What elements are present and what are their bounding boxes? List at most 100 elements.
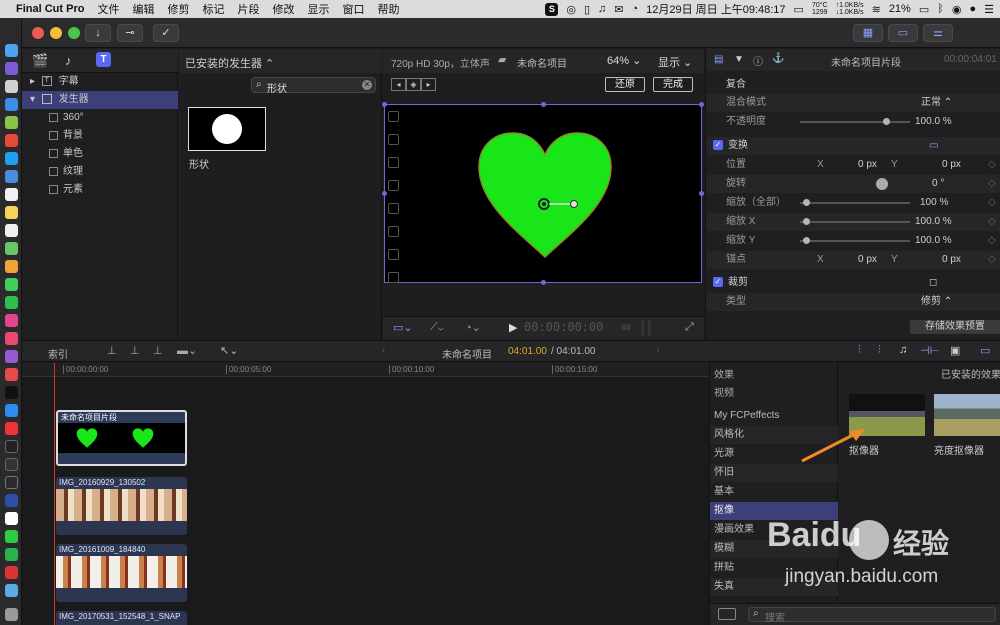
history-forward-icon[interactable]: › [656, 345, 659, 356]
retime-icon[interactable]: ◔⌄ [465, 321, 481, 334]
bounding-handle[interactable] [699, 102, 704, 107]
opacity-slider-knob[interactable] [882, 118, 890, 125]
dock-netease-icon[interactable] [5, 566, 18, 579]
video-inspector-icon[interactable]: ▤ [714, 54, 723, 65]
history-back-icon[interactable]: ‹ [382, 345, 385, 356]
sidebar-item-background[interactable]: 背景 [22, 127, 83, 145]
minimize-window-button[interactable] [50, 27, 62, 39]
fullscreen-icon[interactable]: ⤢ [685, 321, 694, 334]
transform-section-header[interactable]: ✓ 变换 ▭ [706, 137, 1000, 155]
transform-tool-icon[interactable] [388, 157, 399, 168]
transform-tool-icon[interactable] [388, 203, 399, 214]
append-clip-icon[interactable]: ⊥ [153, 344, 163, 357]
overwrite-clip-icon[interactable]: ▬⌄ [177, 344, 197, 357]
menu-app-name[interactable]: Final Cut Pro [16, 3, 84, 15]
installed-generators-dropdown[interactable]: 已安装的发生器 ⌃ [185, 55, 274, 71]
dock-podcast-icon[interactable] [5, 350, 18, 363]
blend-mode-dropdown[interactable]: 正常 ⌃ [921, 94, 952, 112]
next-keyframe-button[interactable]: ▸ [421, 78, 436, 91]
keyframe-diamond-icon[interactable]: ◇ [988, 156, 996, 174]
opacity-value[interactable]: 100.0 % [915, 113, 952, 131]
keyframe-diamond-icon[interactable]: ◇ [988, 175, 996, 193]
view-dropdown[interactable]: 显示 ⌄ [658, 54, 692, 70]
sidebar-item-solid[interactable]: 单色 [22, 145, 83, 163]
timeline-clip-video[interactable]: IMG_20160929_130502 [56, 477, 187, 535]
crop-section-header[interactable]: ✓ 裁剪 ◻ [706, 274, 1000, 292]
zoom-window-button[interactable] [68, 27, 80, 39]
dock-vivaldi-icon[interactable] [5, 422, 18, 435]
effects-search-field[interactable]: ⌕ 搜索 [748, 607, 996, 624]
shape-generator-thumbnail[interactable] [188, 107, 266, 151]
effects-sidebar-toggle-icon[interactable] [718, 608, 736, 620]
close-window-button[interactable] [32, 27, 44, 39]
snapping-icon[interactable]: ⊣⊢ [920, 344, 939, 357]
position-handle-icon[interactable] [537, 197, 581, 211]
music-icon[interactable]: ♫ [598, 3, 606, 15]
keyframe-diamond-icon[interactable]: ◇ [988, 232, 996, 250]
transform-tool-icon[interactable] [388, 111, 399, 122]
user-icon[interactable]: ● [969, 3, 976, 15]
bounding-handle[interactable] [382, 191, 387, 196]
headphones-icon[interactable]: ♫ [899, 344, 907, 356]
dock-photos-icon[interactable] [5, 260, 18, 273]
keyframe-diamond-icon[interactable]: ◇ [988, 213, 996, 231]
bounding-handle[interactable] [541, 102, 546, 107]
timeline-clip-compound[interactable]: 未命名项目片段 [56, 410, 187, 466]
add-keyframe-button[interactable]: ◈ [406, 78, 421, 91]
disclosure-down-icon[interactable]: ▾ [30, 94, 35, 105]
menu-file[interactable]: 文件 [97, 1, 119, 17]
sound-browser-icon[interactable]: ♪ [65, 53, 72, 68]
bookmark-icon[interactable]: ▯ [584, 3, 590, 16]
background-tasks-button[interactable]: ✓ [153, 24, 179, 42]
index-button[interactable]: 索引 [48, 346, 68, 361]
search-field[interactable]: ⌕ 形状 ✕ [251, 77, 376, 95]
datetime[interactable]: 12月29日 周日 上午09:48:17 [646, 1, 785, 17]
menu-edit[interactable]: 编辑 [132, 1, 154, 17]
siri-icon[interactable]: ◉ [952, 3, 962, 16]
dock-android-icon[interactable] [5, 116, 18, 129]
browser-toggle-button[interactable]: ▦ [853, 24, 883, 42]
anchor-x-value[interactable]: 0 px [858, 251, 877, 269]
dock-launchpad-icon[interactable] [5, 80, 18, 93]
menu-help[interactable]: 帮助 [377, 1, 399, 17]
dock-yandex-icon[interactable] [5, 512, 18, 525]
position-y-value[interactable]: 0 px [942, 156, 961, 174]
select-tool-icon[interactable]: ↖⌄ [220, 344, 238, 357]
composite-section-header[interactable]: 复合 [706, 76, 1000, 94]
menu-trim[interactable]: 修剪 [167, 1, 189, 17]
connect-clip-icon[interactable]: ⊥ [107, 344, 117, 357]
titles-generators-icon[interactable]: T [96, 52, 111, 67]
green-heart-shape[interactable] [477, 131, 613, 259]
scale-x-slider[interactable] [800, 218, 910, 225]
rotation-dial-icon[interactable] [876, 178, 888, 190]
clip-appearance-icon[interactable]: ▣ [950, 344, 960, 357]
s-app-icon[interactable]: S [545, 2, 559, 16]
transform-tool-icon[interactable] [388, 226, 399, 237]
keyframe-diamond-icon[interactable]: ◇ [988, 251, 996, 269]
timeline-clip-video[interactable]: IMG_20161009_184840 [56, 544, 187, 602]
reset-button[interactable]: 还原 [605, 77, 645, 92]
dock-wechat-icon[interactable] [5, 530, 18, 543]
inspector-toggle-button[interactable]: ⚌ [923, 24, 953, 42]
keywords-button[interactable]: ⊸ [117, 24, 143, 42]
dock-facetime-icon[interactable] [5, 296, 18, 309]
dock-chat-icon[interactable] [5, 548, 18, 561]
dock-qq-icon[interactable] [5, 152, 18, 165]
control-center-icon[interactable]: ☰ [984, 3, 994, 16]
dock-maps-icon[interactable] [5, 242, 18, 255]
info-inspector-icon[interactable]: ⓘ [753, 53, 763, 68]
sidebar-item-texture[interactable]: 纹理 [22, 163, 83, 181]
scale-x-slider-knob[interactable] [802, 218, 810, 225]
menu-view[interactable]: 显示 [307, 1, 329, 17]
effects-category-myfcpeffects[interactable]: My FCPeffects [710, 407, 838, 425]
disclosure-right-icon[interactable]: ▸ [30, 76, 35, 87]
battery-icon[interactable]: ▭ [919, 3, 929, 16]
scale-y-slider[interactable] [800, 237, 910, 244]
dock-mail-icon[interactable] [5, 170, 18, 183]
transform-checkbox[interactable]: ✓ [713, 140, 723, 151]
effects-browser-icon[interactable]: ▭ [980, 344, 990, 357]
dock-notes-icon[interactable] [5, 206, 18, 219]
enhance-icon[interactable]: ⟋⌄ [430, 321, 444, 334]
insert-clip-icon[interactable]: ⊥ [130, 344, 140, 357]
dock-vpn-icon[interactable] [5, 494, 18, 507]
